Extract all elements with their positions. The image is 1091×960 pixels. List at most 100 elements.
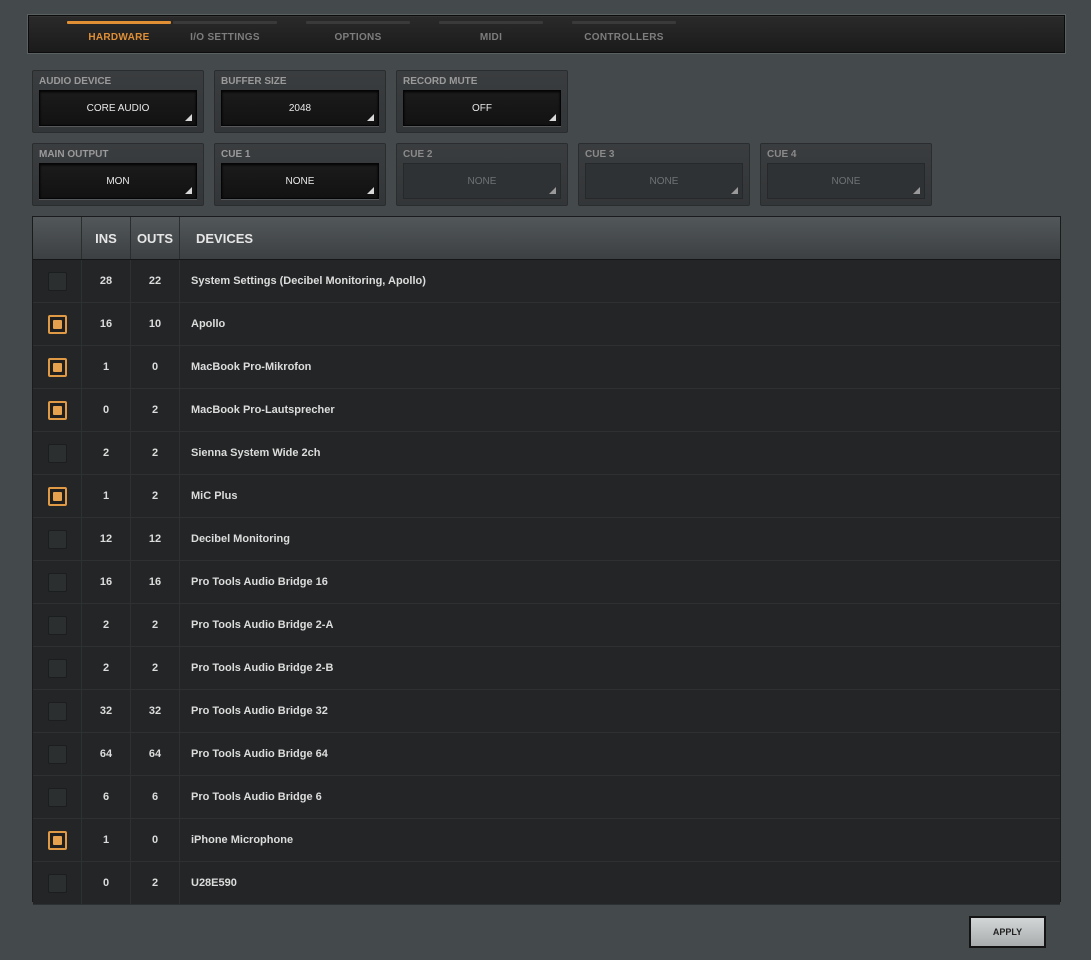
outs-cell: 32 bbox=[131, 690, 180, 732]
device-checkbox[interactable] bbox=[47, 443, 67, 463]
device-checkbox[interactable] bbox=[47, 400, 67, 420]
tab-indicator bbox=[572, 21, 676, 24]
dropdown-corner-icon bbox=[367, 187, 374, 194]
cue1-value: NONE bbox=[285, 175, 315, 187]
select-cell bbox=[33, 604, 82, 646]
device-checkbox[interactable] bbox=[47, 271, 67, 291]
device-checkbox[interactable] bbox=[47, 701, 67, 721]
tab-hardware[interactable]: HARDWARE bbox=[67, 16, 171, 53]
device-name-cell: MacBook Pro-Mikrofon bbox=[191, 361, 312, 373]
device-name-cell: MacBook Pro-Lautsprecher bbox=[191, 404, 335, 416]
cue1-select[interactable]: NONE bbox=[221, 163, 379, 199]
record-mute-value: OFF bbox=[472, 102, 492, 114]
device-checkbox[interactable] bbox=[47, 572, 67, 592]
dropdown-corner-icon bbox=[549, 114, 556, 121]
device-name-cell: Pro Tools Audio Bridge 32 bbox=[191, 705, 328, 717]
table-row: 1 0 MacBook Pro-Mikrofon bbox=[33, 346, 1060, 389]
device-name-cell: Pro Tools Audio Bridge 16 bbox=[191, 576, 328, 588]
devices-table: INS OUTS DEVICES 28 22 System Settings (De… bbox=[32, 216, 1061, 905]
select-cell bbox=[33, 647, 82, 689]
buffer-size-setting: BUFFER SIZE 2048 bbox=[214, 70, 386, 133]
tab-label: I/O SETTINGS bbox=[190, 32, 260, 43]
device-name-cell: iPhone Microphone bbox=[191, 834, 294, 846]
device-checkbox[interactable] bbox=[47, 658, 67, 678]
tab-label: OPTIONS bbox=[334, 32, 382, 43]
tab-label: HARDWARE bbox=[88, 32, 150, 43]
table-row: 0 2 U28E590 bbox=[33, 862, 1060, 905]
select-cell bbox=[33, 819, 82, 861]
device-checkbox[interactable] bbox=[47, 744, 67, 764]
tab-label: CONTROLLERS bbox=[584, 32, 664, 43]
main-output-select[interactable]: MON bbox=[39, 163, 197, 199]
device-checkbox[interactable] bbox=[47, 787, 67, 807]
tab-midi[interactable]: MIDI bbox=[439, 16, 543, 53]
apply-button[interactable]: APPLY bbox=[969, 916, 1046, 948]
ins-cell: 1 bbox=[82, 475, 131, 517]
table-row: 2 2 Sienna System Wide 2ch bbox=[33, 432, 1060, 475]
dropdown-corner-icon bbox=[185, 114, 192, 121]
buffer-size-select[interactable]: 2048 bbox=[221, 90, 379, 126]
select-cell bbox=[33, 260, 82, 302]
device-name-cell: Pro Tools Audio Bridge 6 bbox=[191, 791, 322, 803]
audio-device-caption: AUDIO DEVICE bbox=[39, 76, 112, 87]
cue4-caption: CUE 4 bbox=[767, 149, 797, 160]
device-name-cell: MiC Plus bbox=[191, 490, 238, 502]
tab-label: MIDI bbox=[479, 32, 503, 43]
ins-cell: 1 bbox=[82, 346, 131, 388]
table-row: 64 64 Pro Tools Audio Bridge 64 bbox=[33, 733, 1060, 776]
record-mute-setting: RECORD MUTE OFF bbox=[396, 70, 568, 133]
dropdown-corner-icon bbox=[913, 187, 920, 194]
select-cell bbox=[33, 690, 82, 732]
device-checkbox[interactable] bbox=[47, 529, 67, 549]
dropdown-corner-icon bbox=[185, 187, 192, 194]
device-checkbox[interactable] bbox=[47, 486, 67, 506]
cue2-setting: CUE 2 NONE bbox=[396, 143, 568, 206]
tab-controllers[interactable]: CONTROLLERS bbox=[572, 16, 676, 53]
outs-cell: 10 bbox=[131, 303, 180, 345]
table-row: 1 2 MiC Plus bbox=[33, 475, 1060, 518]
cue3-caption: CUE 3 bbox=[585, 149, 615, 160]
record-mute-select[interactable]: OFF bbox=[403, 90, 561, 126]
outs-cell: 16 bbox=[131, 561, 180, 603]
ins-cell: 6 bbox=[82, 776, 131, 818]
buffer-size-caption: BUFFER SIZE bbox=[221, 76, 287, 87]
tab-indicator bbox=[173, 21, 277, 24]
select-cell bbox=[33, 475, 82, 517]
outs-cell: 2 bbox=[131, 647, 180, 689]
tab-options[interactable]: OPTIONS bbox=[306, 16, 410, 53]
outs-cell: 0 bbox=[131, 819, 180, 861]
table-body: 28 22 System Settings (Decibel Monitoring,… bbox=[33, 260, 1060, 905]
ins-cell: 2 bbox=[82, 604, 131, 646]
outs-cell: 2 bbox=[131, 432, 180, 474]
header-ins: INS bbox=[82, 217, 131, 259]
cue1-caption: CUE 1 bbox=[221, 149, 251, 160]
outs-cell: 2 bbox=[131, 604, 180, 646]
audio-device-select[interactable]: CORE AUDIO bbox=[39, 90, 197, 126]
device-name-cell: Sienna System Wide 2ch bbox=[191, 447, 321, 459]
ins-cell: 16 bbox=[82, 561, 131, 603]
ins-cell: 2 bbox=[82, 432, 131, 474]
cue4-setting: CUE 4 NONE bbox=[760, 143, 932, 206]
device-checkbox[interactable] bbox=[47, 357, 67, 377]
cue3-setting: CUE 3 NONE bbox=[578, 143, 750, 206]
table-row: 16 10 Apollo bbox=[33, 303, 1060, 346]
header-outs: OUTS bbox=[131, 217, 180, 259]
tab-io-settings[interactable]: I/O SETTINGS bbox=[173, 16, 277, 53]
cue3-select[interactable]: NONE bbox=[585, 163, 743, 199]
table-row: 16 16 Pro Tools Audio Bridge 16 bbox=[33, 561, 1060, 604]
cue2-select[interactable]: NONE bbox=[403, 163, 561, 199]
select-cell bbox=[33, 346, 82, 388]
table-row: 2 2 Pro Tools Audio Bridge 2-A bbox=[33, 604, 1060, 647]
cue4-select[interactable]: NONE bbox=[767, 163, 925, 199]
device-checkbox[interactable] bbox=[47, 615, 67, 635]
cue1-setting: CUE 1 NONE bbox=[214, 143, 386, 206]
device-checkbox[interactable] bbox=[47, 314, 67, 334]
device-checkbox[interactable] bbox=[47, 830, 67, 850]
device-name-cell: Decibel Monitoring bbox=[191, 533, 290, 545]
outs-cell: 2 bbox=[131, 389, 180, 431]
cue2-caption: CUE 2 bbox=[403, 149, 433, 160]
tab-indicator bbox=[439, 21, 543, 24]
device-name-cell: U28E590 bbox=[191, 877, 237, 889]
device-checkbox[interactable] bbox=[47, 873, 67, 893]
select-cell bbox=[33, 303, 82, 345]
